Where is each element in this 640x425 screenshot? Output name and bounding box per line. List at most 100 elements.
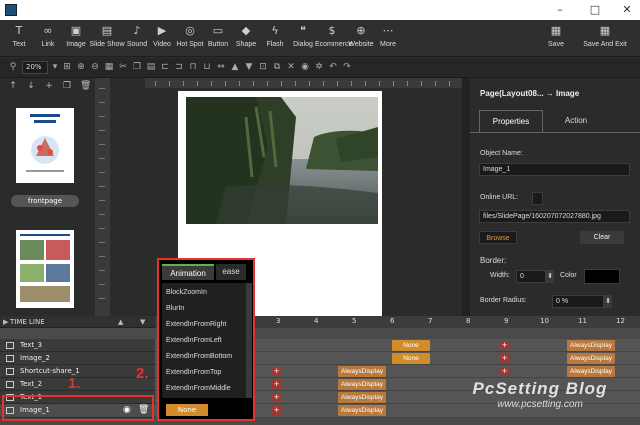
animation-option[interactable]: BlurIn — [166, 305, 184, 312]
text-tool-label: Text — [12, 41, 26, 48]
flash-tool-button[interactable]: ϟ Flash — [263, 23, 287, 55]
layer-row-image-2[interactable]: Image_2 — [0, 352, 155, 365]
always-display-pill[interactable]: AlwaysDisplay — [338, 392, 386, 403]
animation-option[interactable]: ExtendInFromBottom — [166, 353, 232, 360]
add-keyframe-icon[interactable]: + — [500, 354, 509, 363]
bring-front-icon[interactable]: ▲ — [230, 62, 240, 72]
align-bottom-icon[interactable]: ⊔ — [202, 62, 212, 72]
tab-properties[interactable]: Properties — [479, 110, 543, 132]
ecommerce-tool-button[interactable]: $ Ecommerce — [315, 23, 352, 55]
maximize-button[interactable]: □ — [585, 2, 605, 18]
stepper-icon[interactable]: ⬍ — [546, 270, 554, 283]
text-tool-button[interactable]: T Text — [6, 23, 32, 55]
always-display-pill[interactable]: AlwaysDisplay — [338, 366, 386, 377]
tab-action[interactable]: Action — [548, 110, 604, 132]
website-tool-button[interactable]: ⊕ Website — [346, 23, 376, 55]
delete-page-icon[interactable]: 🗑 — [80, 81, 91, 91]
hotspot-tool-button[interactable]: ◎ Hot Spot — [175, 23, 205, 55]
align-left-icon[interactable]: ⊏ — [160, 62, 170, 72]
image-path-field[interactable]: files/SlidePage/160207072027880.jpg — [479, 210, 630, 223]
border-radius-field[interactable]: 0 % — [552, 295, 604, 308]
image-1-object[interactable] — [186, 97, 378, 224]
object-name-field[interactable]: Image_1 — [479, 163, 630, 176]
frontpage-label[interactable]: frontpage — [11, 195, 79, 207]
animation-none-button[interactable]: None — [166, 404, 208, 416]
send-back-icon[interactable]: ▼ — [244, 62, 254, 72]
button-tool-button[interactable]: ▭ Button — [205, 23, 231, 55]
slideshow-tool-button[interactable]: ▤ Slide Show — [89, 23, 125, 55]
redo-icon[interactable]: ↷ — [342, 62, 352, 72]
browse-button[interactable]: Browse — [479, 231, 517, 244]
animation-option[interactable]: ExtendInFromTop — [166, 369, 221, 376]
always-display-pill[interactable]: AlwaysDisplay — [567, 366, 615, 377]
radius-stepper-icon[interactable]: ⬍ — [604, 295, 612, 308]
online-url-checkbox[interactable] — [532, 192, 543, 205]
arrow-down-icon[interactable]: ↓ — [26, 81, 36, 91]
save-button[interactable]: ▦ Save — [543, 23, 569, 55]
close-button[interactable]: ✕ — [617, 2, 637, 18]
group-icon[interactable]: ⧉ — [272, 62, 282, 72]
align-top-icon[interactable]: ⊓ — [188, 62, 198, 72]
save-exit-icon: ▦ — [599, 24, 611, 37]
video-tool-button[interactable]: ▶ Video — [150, 23, 174, 55]
page-thumbnail-2[interactable] — [16, 230, 74, 308]
lock-icon[interactable]: ⊡ — [258, 62, 268, 72]
duplicate-page-icon[interactable]: ❐ — [62, 81, 72, 91]
undo-icon[interactable]: ↶ — [328, 62, 338, 72]
minimize-button[interactable]: – — [550, 2, 570, 18]
page-thumbnail-front[interactable] — [16, 108, 74, 183]
cut-icon[interactable]: ✂ — [118, 62, 128, 72]
always-display-pill[interactable]: AlwaysDisplay — [567, 340, 615, 351]
tab-ease[interactable]: ease — [216, 264, 246, 280]
arrow-up-icon[interactable]: ↑ — [8, 81, 18, 91]
settings-icon[interactable]: ✲ — [314, 62, 324, 72]
add-keyframe-icon[interactable]: + — [272, 367, 281, 376]
canvas-scrollbar[interactable] — [462, 78, 470, 316]
animation-in-pill[interactable]: None — [392, 340, 430, 351]
always-display-pill[interactable]: AlwaysDisplay — [338, 379, 386, 390]
animation-list-scrollbar[interactable] — [246, 283, 252, 398]
add-keyframe-icon[interactable]: + — [500, 341, 509, 350]
animation-option[interactable]: ExtendInFromMiddle — [166, 385, 231, 392]
always-display-pill[interactable]: AlwaysDisplay — [567, 353, 615, 364]
title-bar: – □ ✕ — [0, 0, 640, 20]
copy-icon[interactable]: ❐ — [132, 62, 142, 72]
align-center-icon[interactable]: ⊐ — [174, 62, 184, 72]
tab-animation[interactable]: Animation — [162, 264, 214, 280]
add-keyframe-icon[interactable]: + — [272, 393, 281, 402]
collapse-down-icon[interactable]: ▼ — [140, 318, 145, 326]
animation-option[interactable]: ExtendInFromRight — [166, 321, 226, 328]
layer-row-text-3[interactable]: Text_3 — [0, 339, 155, 352]
chevron-down-icon[interactable]: ▾ — [50, 62, 60, 72]
zoom-out-icon[interactable]: ⊖ — [90, 62, 100, 72]
delete-icon[interactable]: ✕ — [286, 62, 296, 72]
dialog-tool-button[interactable]: ❝ Dialog — [290, 23, 316, 55]
animation-in-pill[interactable]: None — [392, 353, 430, 364]
zoom-in-icon[interactable]: ⊕ — [76, 62, 86, 72]
play-icon[interactable]: ▶ — [3, 318, 8, 326]
paste-icon[interactable]: ▤ — [146, 62, 156, 72]
add-keyframe-icon[interactable]: + — [500, 367, 509, 376]
sound-tool-button[interactable]: ♪ Sound — [124, 23, 150, 55]
zoom-field[interactable]: 20% — [22, 61, 48, 74]
save-and-exit-button[interactable]: ▦ Save And Exit — [578, 23, 632, 55]
always-display-pill[interactable]: AlwaysDisplay — [338, 405, 386, 416]
image-tool-button[interactable]: ▣ Image — [64, 23, 88, 55]
animation-list[interactable]: BlockZoomIn BlurIn ExtendInFromRight Ext… — [162, 283, 246, 398]
grid-icon[interactable]: ▦ — [104, 62, 114, 72]
animation-option[interactable]: BlockZoomIn — [166, 289, 207, 296]
add-page-icon[interactable]: + — [44, 81, 54, 91]
animation-option[interactable]: ExtendInFromLeft — [166, 337, 222, 344]
clear-button[interactable]: Clear — [580, 231, 624, 244]
add-keyframe-icon[interactable]: + — [272, 380, 281, 389]
more-tool-button[interactable]: ⋯ More — [377, 23, 399, 55]
collapse-up-icon[interactable]: ▲ — [118, 318, 123, 326]
link-tool-button[interactable]: ∞ Link — [36, 23, 60, 55]
distribute-icon[interactable]: ⇔ — [216, 62, 226, 72]
border-width-field[interactable]: 0 — [516, 270, 546, 283]
add-keyframe-icon[interactable]: + — [272, 406, 281, 415]
preview-icon[interactable]: ◉ — [300, 62, 310, 72]
zoom-fit-icon[interactable]: ⊞ — [62, 62, 72, 72]
border-color-swatch[interactable] — [584, 269, 620, 284]
shape-tool-button[interactable]: ◆ Shape — [233, 23, 259, 55]
